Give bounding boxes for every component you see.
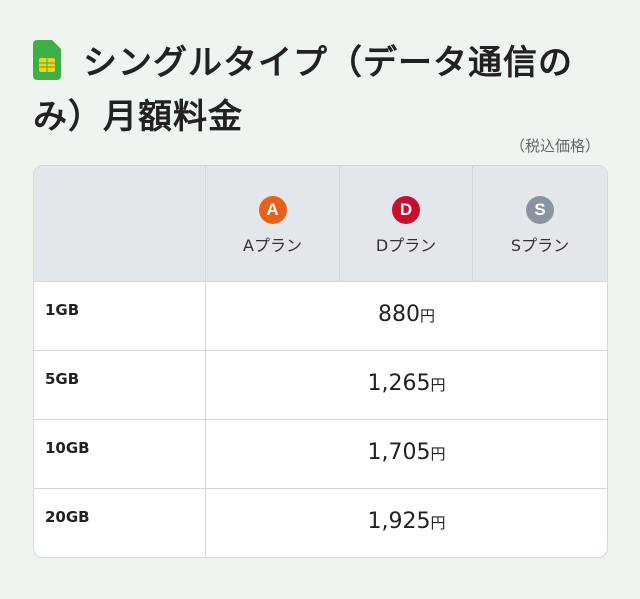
price-value: 1,705 (367, 440, 431, 465)
table-row: 1GB 880円 (34, 282, 607, 351)
table-row: 5GB 1,265円 (34, 351, 607, 420)
plan-s-name: Sプラン (510, 236, 570, 255)
header-empty-cell (34, 166, 206, 281)
plan-a-badge: A (258, 196, 287, 224)
price-value: 880 (377, 302, 420, 327)
page-title: シングルタイプ（データ通信の み）月額料金 (33, 36, 623, 137)
plan-d-name: Dプラン (375, 236, 437, 255)
title-line-1: シングルタイプ（データ通信の (83, 43, 573, 83)
price-unit: 円 (430, 514, 446, 532)
table-row: 20GB 1,925円 (34, 489, 607, 557)
data-volume-label: 1GB (45, 301, 80, 319)
price-cell: 1,925円 (206, 489, 607, 557)
price-unit: 円 (430, 376, 446, 394)
price-value: 1,265 (367, 371, 431, 396)
pricing-table: A Aプラン D Dプラン S Sプラン 1GB 880円 5GB 1,265円… (33, 165, 608, 558)
row-label-cell: 20GB (34, 489, 206, 557)
tax-note: （税込価格） (509, 137, 600, 155)
sim-card-icon (33, 40, 61, 80)
plan-s-badge: S (526, 196, 554, 224)
table-header: A Aプラン D Dプラン S Sプラン (34, 166, 607, 282)
price-cell: 1,705円 (206, 420, 607, 488)
row-label-cell: 1GB (34, 282, 206, 350)
price-cell: 880円 (206, 282, 607, 350)
plan-a-name: Aプラン (243, 236, 302, 255)
title-line-2: み）月額料金 (33, 97, 243, 137)
price-value: 1,925 (367, 509, 431, 534)
row-label-cell: 10GB (34, 420, 206, 488)
row-label-cell: 5GB (34, 351, 206, 419)
data-volume-label: 20GB (45, 508, 90, 526)
price-cell: 1,265円 (206, 351, 607, 419)
plan-header-s: S Sプラン (473, 166, 607, 281)
price-unit: 円 (419, 307, 435, 325)
data-volume-label: 5GB (45, 370, 80, 388)
data-volume-label: 10GB (45, 439, 90, 457)
price-unit: 円 (430, 445, 446, 463)
plan-header-a: A Aプラン (206, 166, 340, 281)
plan-header-d: D Dプラン (340, 166, 473, 281)
plan-d-badge: D (392, 196, 420, 224)
table-row: 10GB 1,705円 (34, 420, 607, 489)
